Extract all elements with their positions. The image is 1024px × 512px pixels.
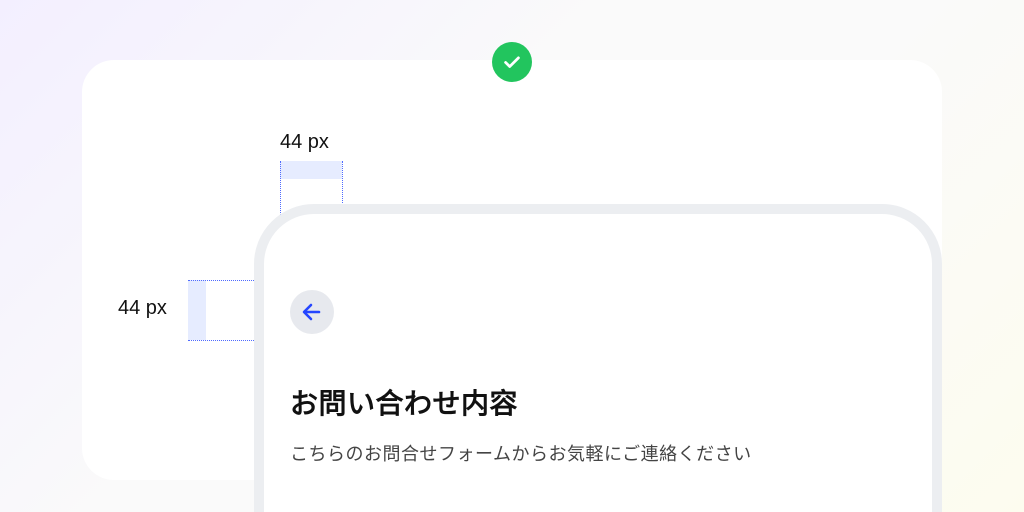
arrow-left-icon (300, 300, 324, 324)
measurement-top-label: 44 px (280, 131, 329, 154)
screen-content: お問い合わせ内容 こちらのお問合せフォームからお気軽にご連絡ください (290, 290, 752, 466)
page-heading: お問い合わせ内容 (290, 382, 752, 422)
measurement-left-label: 44 px (118, 297, 167, 320)
success-badge (492, 42, 532, 82)
device-frame: お問い合わせ内容 こちらのお問合せフォームからお気軽にご連絡ください (254, 204, 942, 512)
back-button[interactable] (290, 290, 334, 334)
measurement-left-spacer (188, 280, 206, 340)
page-subtext: こちらのお問合せフォームからお気軽にご連絡ください (290, 440, 752, 466)
measurement-top-spacer (280, 161, 342, 179)
check-icon (501, 51, 523, 73)
